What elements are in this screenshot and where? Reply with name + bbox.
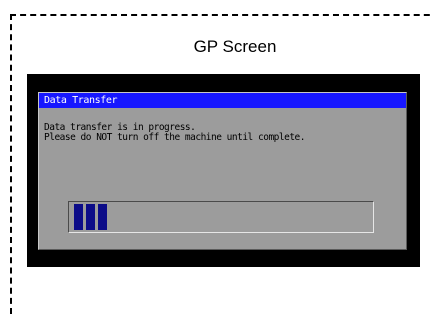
dialog-message: Data transfer is in progress. Please do …	[44, 123, 305, 143]
progress-block	[74, 204, 83, 230]
message-line-2: Please do NOT turn off the machine until…	[44, 132, 305, 143]
gp-screen-caption: GP Screen	[193, 37, 277, 56]
dialog-titlebar: Data Transfer	[39, 93, 406, 108]
progress-bar	[68, 201, 374, 233]
progress-fill	[74, 204, 107, 230]
progress-block	[86, 204, 95, 230]
data-transfer-dialog: Data Transfer Data transfer is in progre…	[38, 92, 407, 250]
progress-block	[98, 204, 107, 230]
gp-screen-bezel: Data Transfer Data transfer is in progre…	[27, 74, 420, 267]
